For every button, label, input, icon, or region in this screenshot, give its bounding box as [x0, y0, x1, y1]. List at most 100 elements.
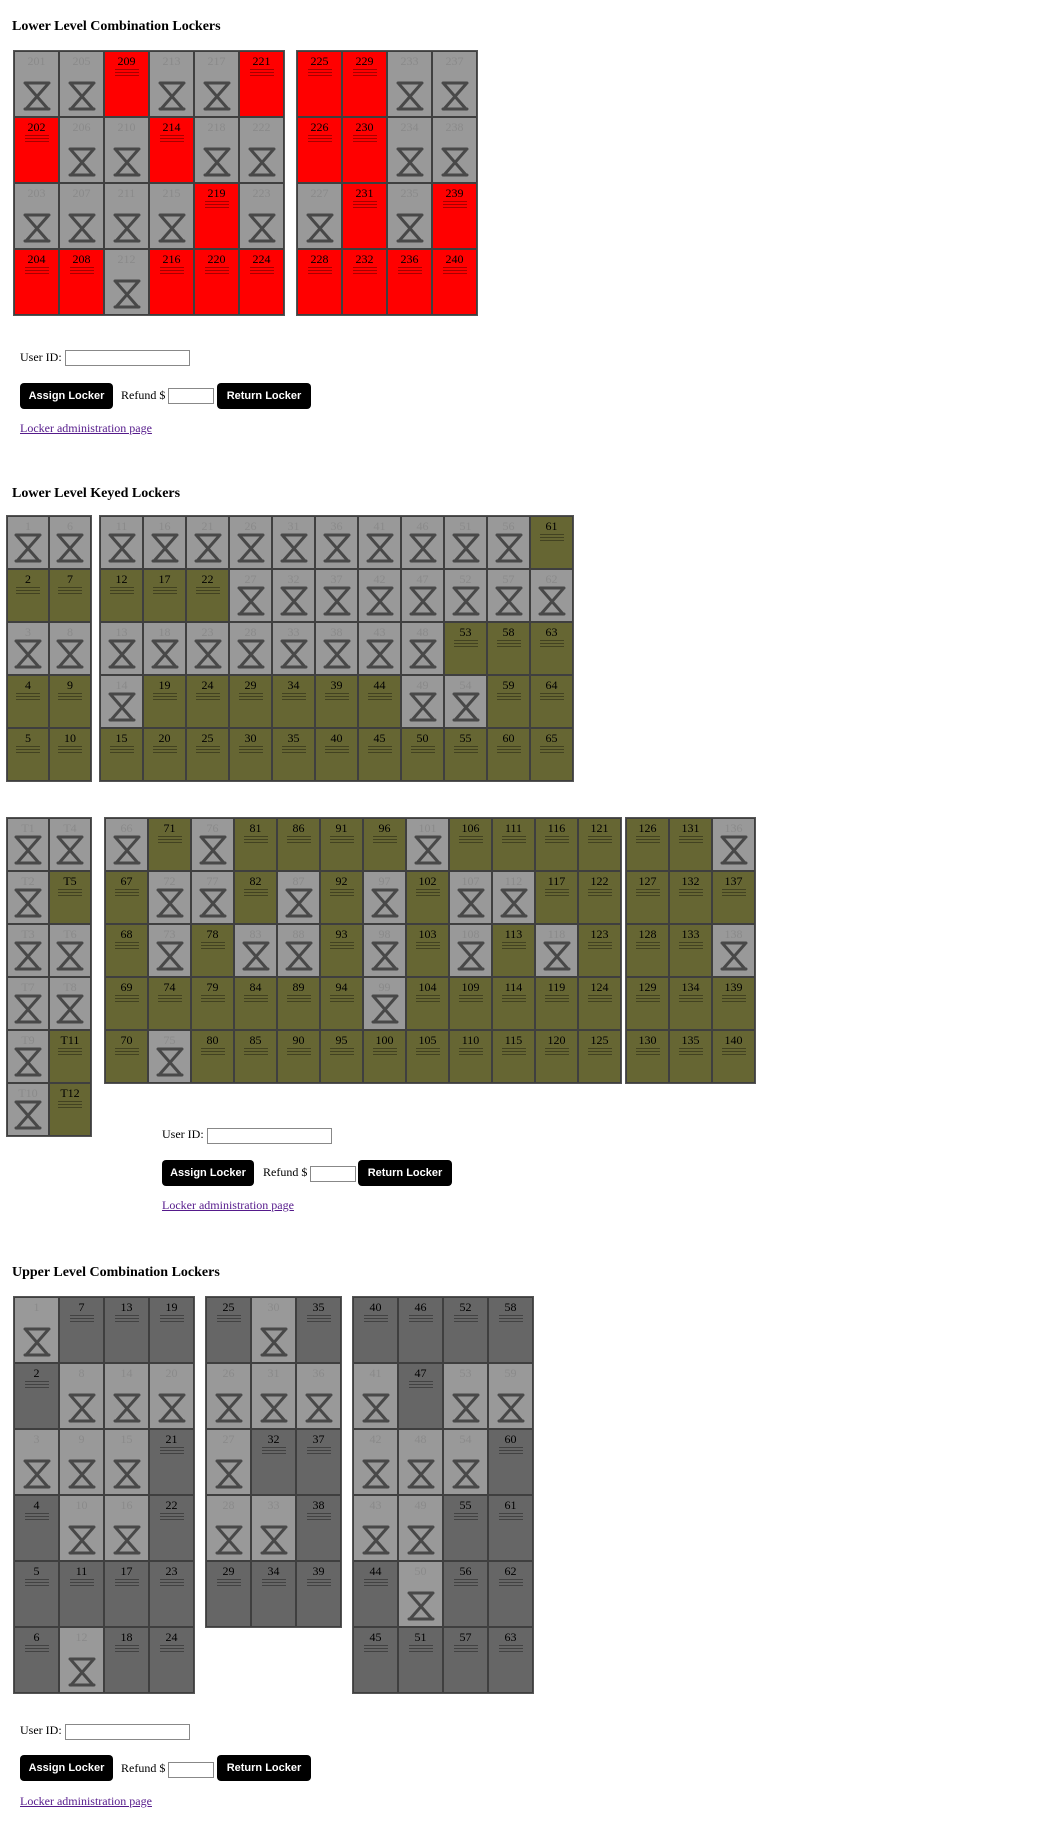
locker-15[interactable]: 15: [100, 728, 143, 781]
locker-3[interactable]: 3: [14, 1429, 59, 1495]
locker-76[interactable]: 76: [191, 818, 234, 871]
locker-28[interactable]: 28: [206, 1495, 251, 1561]
locker-219[interactable]: 219: [194, 183, 239, 249]
locker-10[interactable]: 10: [59, 1495, 104, 1561]
locker-235[interactable]: 235: [387, 183, 432, 249]
locker-41[interactable]: 41: [353, 1363, 398, 1429]
locker-127[interactable]: 127: [626, 871, 669, 924]
locker-9[interactable]: 9: [49, 675, 91, 728]
locker-111[interactable]: 111: [492, 818, 535, 871]
locker-227[interactable]: 227: [297, 183, 342, 249]
locker-89[interactable]: 89: [277, 977, 320, 1030]
locker-201[interactable]: 201: [14, 51, 59, 117]
locker-54[interactable]: 54: [443, 1429, 488, 1495]
locker-23[interactable]: 23: [149, 1561, 194, 1627]
locker-53[interactable]: 53: [444, 622, 487, 675]
locker-24[interactable]: 24: [186, 675, 229, 728]
locker-14[interactable]: 14: [104, 1363, 149, 1429]
locker-52[interactable]: 52: [444, 569, 487, 622]
locker-20[interactable]: 20: [143, 728, 186, 781]
locker-42[interactable]: 42: [358, 569, 401, 622]
locker-93[interactable]: 93: [320, 924, 363, 977]
locker-1[interactable]: 1: [14, 1297, 59, 1363]
locker-33[interactable]: 33: [272, 622, 315, 675]
locker-63[interactable]: 63: [530, 622, 573, 675]
locker-37[interactable]: 37: [315, 569, 358, 622]
locker-50[interactable]: 50: [401, 728, 444, 781]
locker-26[interactable]: 26: [206, 1363, 251, 1429]
locker-228[interactable]: 228: [297, 249, 342, 315]
locker-104[interactable]: 104: [406, 977, 449, 1030]
locker-226[interactable]: 226: [297, 117, 342, 183]
locker-T8[interactable]: T8: [49, 977, 91, 1030]
locker-26[interactable]: 26: [229, 516, 272, 569]
locker-221[interactable]: 221: [239, 51, 284, 117]
locker-234[interactable]: 234: [387, 117, 432, 183]
locker-64[interactable]: 64: [530, 675, 573, 728]
locker-74[interactable]: 74: [148, 977, 191, 1030]
locker-2[interactable]: 2: [7, 569, 49, 622]
locker-124[interactable]: 124: [578, 977, 621, 1030]
locker-20[interactable]: 20: [149, 1363, 194, 1429]
locker-3[interactable]: 3: [7, 622, 49, 675]
locker-59[interactable]: 59: [487, 675, 530, 728]
locker-67[interactable]: 67: [105, 871, 148, 924]
locker-30[interactable]: 30: [229, 728, 272, 781]
locker-63[interactable]: 63: [488, 1627, 533, 1693]
locker-T11[interactable]: T11: [49, 1030, 91, 1083]
locker-35[interactable]: 35: [272, 728, 315, 781]
locker-214[interactable]: 214: [149, 117, 194, 183]
locker-7[interactable]: 7: [49, 569, 91, 622]
locker-125[interactable]: 125: [578, 1030, 621, 1083]
locker-116[interactable]: 116: [535, 818, 578, 871]
locker-5[interactable]: 5: [7, 728, 49, 781]
locker-48[interactable]: 48: [401, 622, 444, 675]
locker-32[interactable]: 32: [272, 569, 315, 622]
locker-85[interactable]: 85: [234, 1030, 277, 1083]
locker-admin-link[interactable]: Locker administration page: [20, 421, 152, 436]
locker-106[interactable]: 106: [449, 818, 492, 871]
locker-135[interactable]: 135: [669, 1030, 712, 1083]
return-locker-button[interactable]: Return Locker: [217, 1755, 311, 1781]
locker-16[interactable]: 16: [143, 516, 186, 569]
locker-101[interactable]: 101: [406, 818, 449, 871]
locker-231[interactable]: 231: [342, 183, 387, 249]
locker-14[interactable]: 14: [100, 675, 143, 728]
locker-103[interactable]: 103: [406, 924, 449, 977]
locker-130[interactable]: 130: [626, 1030, 669, 1083]
locker-39[interactable]: 39: [296, 1561, 341, 1627]
locker-29[interactable]: 29: [206, 1561, 251, 1627]
locker-230[interactable]: 230: [342, 117, 387, 183]
locker-72[interactable]: 72: [148, 871, 191, 924]
locker-92[interactable]: 92: [320, 871, 363, 924]
locker-131[interactable]: 131: [669, 818, 712, 871]
locker-238[interactable]: 238: [432, 117, 477, 183]
assign-locker-button[interactable]: Assign Locker: [162, 1160, 254, 1186]
locker-46[interactable]: 46: [401, 516, 444, 569]
locker-237[interactable]: 237: [432, 51, 477, 117]
locker-133[interactable]: 133: [669, 924, 712, 977]
locker-53[interactable]: 53: [443, 1363, 488, 1429]
locker-T1[interactable]: T1: [7, 818, 49, 871]
refund-input[interactable]: [168, 1762, 214, 1778]
locker-T10[interactable]: T10: [7, 1083, 49, 1136]
locker-21[interactable]: 21: [149, 1429, 194, 1495]
locker-208[interactable]: 208: [59, 249, 104, 315]
locker-11[interactable]: 11: [59, 1561, 104, 1627]
locker-90[interactable]: 90: [277, 1030, 320, 1083]
locker-38[interactable]: 38: [296, 1495, 341, 1561]
locker-80[interactable]: 80: [191, 1030, 234, 1083]
locker-27[interactable]: 27: [206, 1429, 251, 1495]
locker-213[interactable]: 213: [149, 51, 194, 117]
locker-121[interactable]: 121: [578, 818, 621, 871]
locker-45[interactable]: 45: [353, 1627, 398, 1693]
locker-83[interactable]: 83: [234, 924, 277, 977]
locker-49[interactable]: 49: [401, 675, 444, 728]
locker-37[interactable]: 37: [296, 1429, 341, 1495]
locker-77[interactable]: 77: [191, 871, 234, 924]
locker-36[interactable]: 36: [296, 1363, 341, 1429]
locker-42[interactable]: 42: [353, 1429, 398, 1495]
locker-139[interactable]: 139: [712, 977, 755, 1030]
locker-18[interactable]: 18: [143, 622, 186, 675]
locker-117[interactable]: 117: [535, 871, 578, 924]
